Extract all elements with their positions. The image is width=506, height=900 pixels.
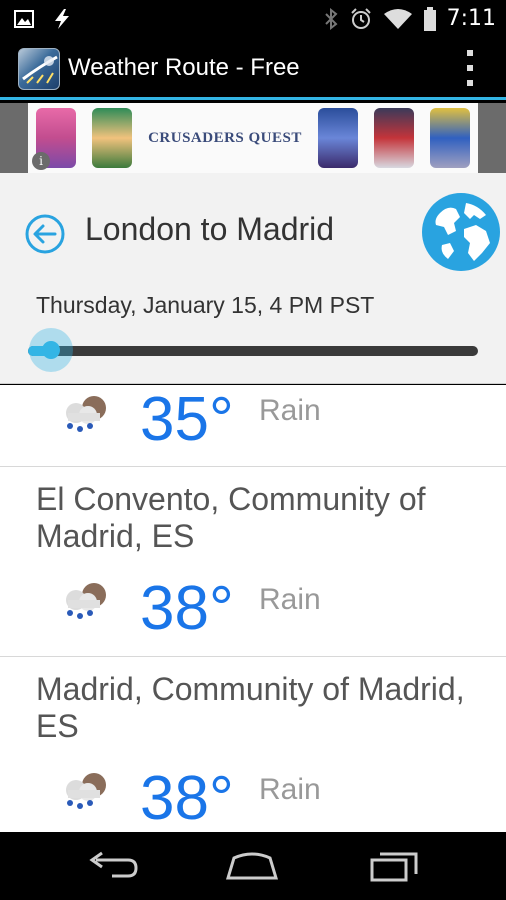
route-header: London to Madrid Thursday, January 15, 4…	[0, 173, 506, 384]
flash-icon	[55, 9, 69, 29]
wifi-icon	[383, 8, 412, 29]
ad-character-image	[373, 108, 414, 168]
list-item[interactable]: El Convento, Community of Madrid, ES 38°…	[0, 467, 506, 657]
back-icon[interactable]	[82, 848, 142, 884]
list-item[interactable]: 35° Rain	[0, 385, 506, 467]
back-arrow-icon[interactable]	[24, 213, 66, 255]
home-icon[interactable]	[222, 848, 282, 884]
ad-banner[interactable]: CRUSADERS QUEST i	[0, 103, 506, 173]
weather-condition: Rain	[259, 773, 321, 806]
ad-character-image	[429, 108, 470, 168]
route-stop-list[interactable]: 35° Rain El Convento, Community of Madri…	[0, 385, 506, 832]
location-name: El Convento, Community of Madrid, ES	[36, 481, 426, 554]
ad-character-image	[92, 108, 133, 168]
battery-icon	[423, 6, 436, 31]
recent-apps-icon[interactable]	[364, 848, 424, 884]
temperature: 35°	[140, 385, 234, 454]
time-slider-track[interactable]	[28, 346, 478, 356]
rain-cloud-icon	[66, 396, 106, 432]
forecast-date: Thursday, January 15, 4 PM PST	[36, 292, 375, 318]
rain-cloud-icon	[66, 773, 106, 809]
location-name: Madrid, Community of Madrid, ES	[36, 671, 465, 744]
ad-edge-left	[0, 103, 28, 173]
system-nav-bar	[0, 832, 506, 900]
bluetooth-icon	[324, 7, 338, 30]
weather-condition: Rain	[259, 583, 321, 616]
status-bar: 7:11	[0, 0, 506, 36]
overflow-menu-icon[interactable]	[464, 50, 476, 86]
rain-cloud-icon	[66, 583, 106, 619]
clock: 7:11	[446, 6, 496, 31]
alarm-icon	[350, 7, 371, 29]
temperature: 38°	[140, 574, 234, 643]
route-title: London to Madrid	[85, 211, 335, 247]
ad-character-image	[317, 108, 358, 168]
app-title: Weather Route - Free	[68, 54, 300, 81]
ad-title: CRUSADERS QUEST	[148, 129, 302, 146]
list-item[interactable]: Madrid, Community of Madrid, ES 38° Rain	[0, 657, 506, 832]
app-icon[interactable]	[18, 48, 60, 90]
ad-content[interactable]: CRUSADERS QUEST	[28, 103, 478, 173]
globe-icon[interactable]	[420, 191, 502, 273]
action-bar: Weather Route - Free	[0, 36, 506, 100]
weather-condition: Rain	[259, 394, 321, 427]
image-icon	[14, 10, 34, 28]
ad-edge-right	[478, 103, 506, 173]
ad-info-icon[interactable]: i	[32, 152, 50, 170]
temperature: 38°	[140, 764, 234, 832]
time-slider-thumb[interactable]	[28, 328, 73, 372]
